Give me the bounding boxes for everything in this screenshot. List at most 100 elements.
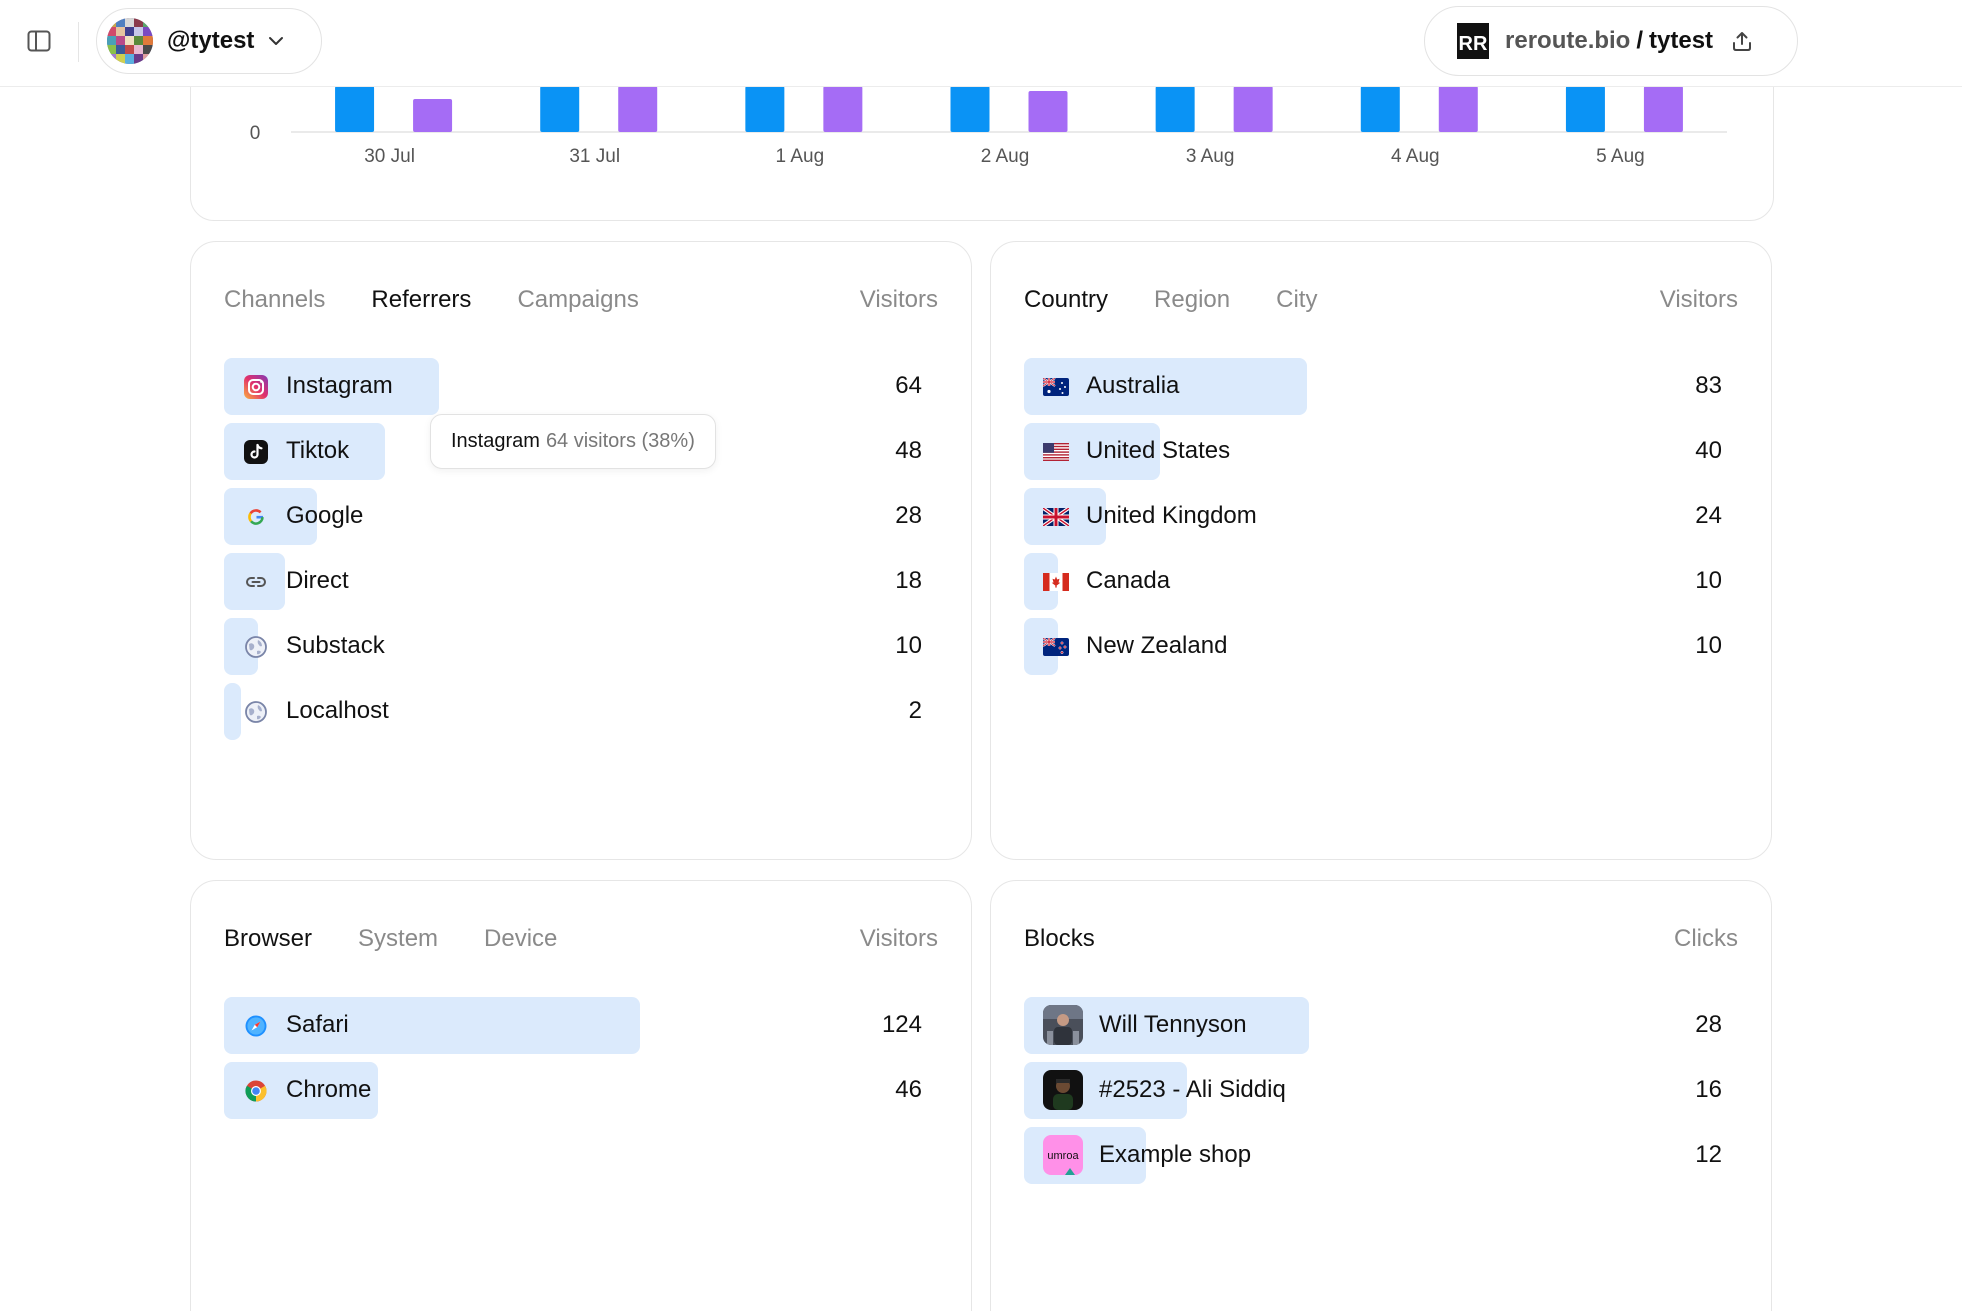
share-icon[interactable] xyxy=(1731,30,1753,52)
row-label: Google xyxy=(286,502,364,529)
y-tick-label: 0 xyxy=(250,123,261,144)
list-row[interactable]: Direct 18 xyxy=(224,553,941,610)
list-row[interactable]: Substack 10 xyxy=(224,618,941,675)
row-value: 12 xyxy=(1695,1141,1722,1168)
chart-bar xyxy=(618,86,658,132)
block-row[interactable]: Will Tennyson 28 xyxy=(1024,997,1741,1054)
x-tick-label: 3 Aug xyxy=(1186,146,1235,167)
public-page-url: reroute.bio / tytest xyxy=(1505,27,1713,55)
row-label: #2523 - Ali Siddiq xyxy=(1099,1076,1286,1103)
list-row[interactable]: New Zealand 10 xyxy=(1024,618,1741,675)
url-separator: / xyxy=(1636,27,1644,54)
chart-bar xyxy=(540,86,580,132)
x-tick-label: 30 Jul xyxy=(364,146,415,167)
row-value: 18 xyxy=(895,567,922,594)
divider xyxy=(78,22,79,62)
list-row[interactable]: Chrome 46 xyxy=(224,1062,941,1119)
list-row[interactable]: United States 40 xyxy=(1024,423,1741,480)
block-thumbnail-icon xyxy=(1043,1005,1083,1045)
x-tick-label: 31 Jul xyxy=(569,146,620,167)
chart-bar xyxy=(1438,86,1478,132)
tooltip-name: Instagram xyxy=(451,430,540,452)
chevron-down-icon xyxy=(268,36,284,46)
block-row[interactable]: umroa Example shop 12 xyxy=(1024,1127,1741,1184)
x-tick-label: 2 Aug xyxy=(981,146,1030,167)
row-label: Instagram xyxy=(286,372,393,399)
chart-bar xyxy=(1233,86,1273,132)
row-label: Direct xyxy=(286,567,349,594)
row-value: 64 xyxy=(895,372,922,399)
tech-tabs: Browser System Device xyxy=(224,925,557,953)
row-value: 10 xyxy=(1695,632,1722,659)
locations-tab-city[interactable]: City xyxy=(1276,286,1317,314)
row-label: Safari xyxy=(286,1011,349,1038)
row-value: 28 xyxy=(1695,1011,1722,1038)
svg-text:RR: RR xyxy=(1459,33,1488,55)
us-flag-icon xyxy=(1042,438,1069,465)
blocks-title: Blocks xyxy=(1024,925,1095,952)
row-label: Canada xyxy=(1086,567,1171,594)
row-label: New Zealand xyxy=(1086,632,1228,659)
sources-tabs: Channels Referrers Campaigns xyxy=(224,286,639,314)
list-row[interactable]: United Kingdom 24 xyxy=(1024,488,1741,545)
link-icon xyxy=(242,568,269,595)
row-label: Australia xyxy=(1086,372,1180,399)
tooltip-detail: 64 visitors (38%) xyxy=(545,430,695,452)
row-bar xyxy=(224,683,241,740)
row-value: 48 xyxy=(895,437,922,464)
list-row[interactable]: Google 28 xyxy=(224,488,941,545)
row-value: 24 xyxy=(1695,502,1722,529)
row-label: Substack xyxy=(286,632,385,659)
list-row[interactable]: Australia 83 xyxy=(1024,358,1741,415)
row-label: Tiktok xyxy=(286,437,350,464)
tech-tab-system[interactable]: System xyxy=(358,925,438,953)
sources-card: Channels Referrers Campaigns Visitors Inst… xyxy=(190,241,972,860)
list-row[interactable]: Instagram 64 xyxy=(224,358,941,415)
row-value: 10 xyxy=(1695,567,1722,594)
tech-tab-browser[interactable]: Browser xyxy=(224,925,312,953)
block-row[interactable]: #2523 - Ali Siddiq 16 xyxy=(1024,1062,1741,1119)
tech-tab-device[interactable]: Device xyxy=(484,925,557,953)
row-value: 2 xyxy=(908,697,922,724)
x-tick-label: 4 Aug xyxy=(1391,146,1440,167)
globe-icon xyxy=(242,698,269,725)
sources-tab-campaigns[interactable]: Campaigns xyxy=(517,286,638,314)
chart-bar xyxy=(1643,86,1683,132)
list-row[interactable]: Safari 124 xyxy=(224,997,941,1054)
row-label: Chrome xyxy=(286,1076,372,1103)
row-label: Will Tennyson xyxy=(1099,1011,1247,1038)
row-value: 40 xyxy=(1695,437,1722,464)
chart-bar xyxy=(823,86,863,132)
locations-tab-country[interactable]: Country xyxy=(1024,286,1108,314)
sidebar-toggle-icon[interactable] xyxy=(24,26,54,56)
reroute-logo-icon: RR xyxy=(1457,23,1489,59)
blocks-list: Will Tennyson 28 #2523 - Ali Siddiq 16 umroa… xyxy=(1024,997,1741,1192)
sources-tab-channels[interactable]: Channels xyxy=(224,286,325,314)
chart-bar xyxy=(950,86,990,132)
x-tick-label: 5 Aug xyxy=(1596,146,1645,167)
chart-bar xyxy=(335,86,375,132)
instagram-icon xyxy=(242,373,269,400)
svg-text:umroa: umroa xyxy=(1047,1150,1079,1162)
blocks-column-header: Clicks xyxy=(1674,925,1738,952)
list-row[interactable]: Canada 10 xyxy=(1024,553,1741,610)
row-value: 28 xyxy=(895,502,922,529)
avatar xyxy=(107,18,153,64)
public-page-link[interactable]: RR reroute.bio / tytest xyxy=(1424,6,1798,76)
row-label: Example shop xyxy=(1099,1141,1252,1168)
row-value: 83 xyxy=(1695,372,1722,399)
list-row[interactable]: Localhost 2 xyxy=(224,683,941,740)
account-switcher[interactable]: @tytest xyxy=(96,8,322,74)
locations-column-header: Visitors xyxy=(1659,286,1738,313)
chart-bar xyxy=(1155,86,1195,132)
google-icon xyxy=(242,503,269,530)
tech-list: Safari 124 Chrome 46 xyxy=(224,997,941,1127)
chart-bar xyxy=(1565,86,1605,132)
canada-flag-icon xyxy=(1042,568,1069,595)
top-bar: @tytest RR reroute.bio / tytest xyxy=(0,0,1962,87)
bar-tooltip: Instagram 64 visitors (38%) xyxy=(430,414,716,469)
locations-tab-region[interactable]: Region xyxy=(1154,286,1230,314)
chart-bar xyxy=(1360,86,1400,132)
row-label: Localhost xyxy=(286,697,389,724)
sources-tab-referrers[interactable]: Referrers xyxy=(371,286,471,314)
